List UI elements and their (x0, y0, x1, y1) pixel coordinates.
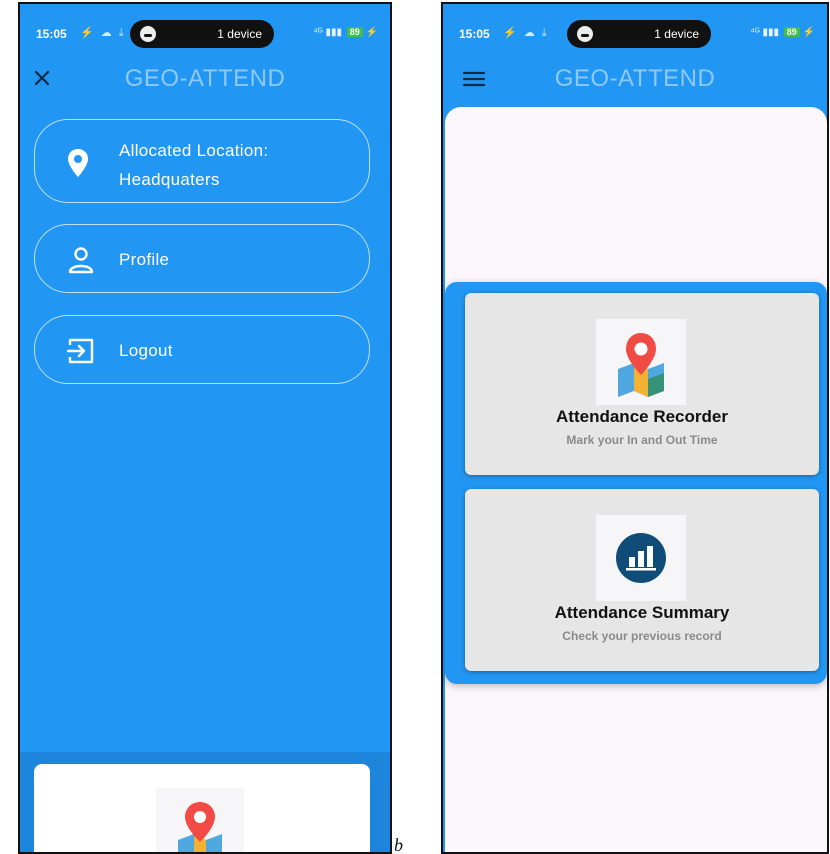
card-subtitle: Mark your In and Out Time (566, 433, 718, 447)
logout-icon (67, 338, 94, 364)
notification-icons: ⚡ ☁ ⤓ (80, 27, 126, 39)
app-title: GEO-ATTEND (554, 65, 716, 92)
charging-icon: ⚡ (802, 27, 815, 38)
drawer-item-profile[interactable]: Profile (34, 224, 370, 293)
app-bar: GEO-ATTEND (443, 62, 827, 98)
attendance-recorder-card-peek[interactable] (34, 764, 370, 852)
drawer-item-logout[interactable]: Logout (34, 315, 370, 384)
location-label-line1: Allocated Location: (119, 141, 269, 160)
map-pin-icon (618, 333, 664, 397)
person-icon (68, 247, 94, 274)
drawer-item-profile-label: Profile (119, 250, 170, 269)
device-pill: 1 device (567, 20, 711, 48)
drawer-item-location[interactable]: Allocated Location: Headquaters (34, 119, 370, 203)
app-title: GEO-ATTEND (124, 65, 286, 92)
drawer-item-logout-label: Logout (119, 341, 173, 360)
attendance-summary-card[interactable]: Attendance Summary Check your previous r… (465, 489, 819, 671)
status-bar: 15:05 ⚡ ☁ ⤓ 1 device ⁴ᴳ ▮▮▮ 89 ⚡ (20, 18, 390, 50)
location-label-line2: Headquaters (119, 170, 220, 189)
user-icon (140, 26, 156, 42)
location-pin-icon (68, 149, 88, 177)
phone-drawer-screen: 15:05 ⚡ ☁ ⤓ 1 device ⁴ᴳ ▮▮▮ 89 ⚡ GEO-ATT… (18, 2, 392, 854)
card-icon-box (596, 319, 686, 405)
user-icon (577, 26, 593, 42)
signal-area: ⁴ᴳ ▮▮▮ 89 ⚡ (750, 27, 815, 38)
device-pill-label: 1 device (654, 27, 699, 41)
status-bar: 15:05 ⚡ ☁ ⤓ 1 device ⁴ᴳ ▮▮▮ 89 ⚡ (443, 18, 827, 50)
signal-area: ⁴ᴳ ▮▮▮ 89 ⚡ (313, 27, 378, 38)
card-title: Attendance Recorder (556, 407, 728, 426)
phone-home-screen: 15:05 ⚡ ☁ ⤓ 1 device ⁴ᴳ ▮▮▮ 89 ⚡ GEO-ATT… (441, 2, 829, 854)
signal-icon: ⁴ᴳ ▮▮▮ (313, 27, 342, 38)
figure-label: b (394, 835, 403, 854)
screenshot-composite: 15:05 ⚡ ☁ ⤓ 1 device ⁴ᴳ ▮▮▮ 89 ⚡ GEO-ATT… (0, 0, 830, 854)
drawer-item-location-label: Allocated Location: Headquaters (119, 136, 268, 194)
map-pin-icon (178, 802, 222, 852)
charging-icon: ⚡ (365, 27, 378, 38)
bar-chart-icon (616, 533, 666, 583)
battery-icon: 89 (346, 27, 363, 37)
attendance-recorder-card[interactable]: Attendance Recorder Mark your In and Out… (465, 293, 819, 475)
status-time: 15:05 (459, 27, 490, 41)
notification-icons: ⚡ ☁ ⤓ (503, 27, 549, 39)
card-subtitle: Check your previous record (562, 629, 722, 643)
device-pill: 1 device (130, 20, 274, 48)
card-title: Attendance Summary (554, 603, 730, 622)
app-bar: GEO-ATTEND (20, 62, 390, 98)
battery-icon: 89 (783, 27, 800, 37)
card-icon-box (156, 788, 244, 852)
card-icon-box (596, 515, 686, 601)
device-pill-label: 1 device (217, 27, 262, 41)
status-time: 15:05 (36, 27, 67, 41)
signal-icon: ⁴ᴳ ▮▮▮ (750, 27, 779, 38)
